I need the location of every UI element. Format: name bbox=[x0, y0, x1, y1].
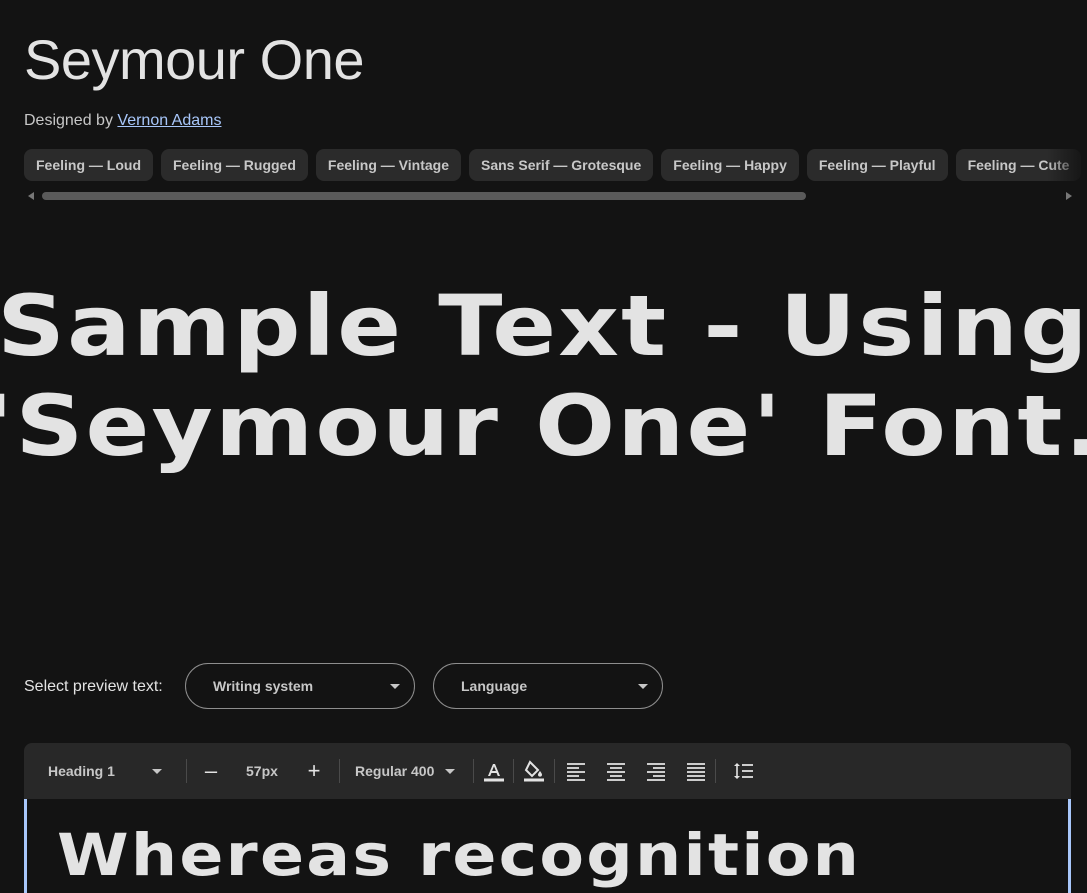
decrease-size-button[interactable]: – bbox=[199, 743, 223, 799]
tag-chip[interactable]: Feeling — Rugged bbox=[161, 149, 308, 181]
line-height-icon[interactable] bbox=[732, 759, 756, 783]
sample-text-preview: Sample Text - Using 'Seymour One' Font. bbox=[0, 277, 1087, 475]
tag-chip[interactable]: Feeling — Vintage bbox=[315, 149, 461, 181]
preview-editor[interactable]: Whereas recognition bbox=[24, 799, 1071, 893]
chevron-down-icon bbox=[390, 684, 400, 689]
chevron-down-icon bbox=[445, 769, 455, 774]
tags-scrollbar[interactable] bbox=[24, 190, 1072, 202]
align-right-icon[interactable] bbox=[644, 759, 668, 783]
style-value: Heading 1 bbox=[48, 763, 115, 779]
designed-by-label: Designed by bbox=[24, 112, 113, 129]
align-left-icon[interactable] bbox=[564, 759, 588, 783]
highlight-color-icon[interactable] bbox=[522, 759, 546, 783]
tag-chip[interactable]: Sans Serif — Grotesque bbox=[469, 149, 654, 181]
weight-value: Regular 400 bbox=[355, 763, 435, 779]
designer-link[interactable]: Vernon Adams bbox=[117, 112, 221, 129]
writing-system-value: Writing system bbox=[213, 678, 314, 694]
style-select[interactable]: Heading 1 bbox=[48, 743, 188, 799]
weight-select[interactable]: Regular 400 bbox=[355, 743, 465, 799]
toolbar-divider bbox=[473, 759, 474, 783]
writing-system-select[interactable]: Writing system bbox=[185, 663, 415, 709]
scroll-right-icon[interactable] bbox=[1066, 192, 1072, 200]
tag-chip[interactable]: Feeling — Playful bbox=[806, 149, 948, 181]
scroll-left-icon[interactable] bbox=[28, 192, 34, 200]
tag-chip[interactable]: Feeling — Happy bbox=[661, 149, 799, 181]
chevron-down-icon bbox=[152, 769, 162, 774]
designer-line: Designed by Vernon Adams bbox=[24, 110, 221, 132]
font-size-value[interactable]: 57px bbox=[246, 743, 278, 799]
chevron-down-icon bbox=[638, 684, 648, 689]
toolbar-divider bbox=[513, 759, 514, 783]
language-value: Language bbox=[461, 678, 528, 694]
toolbar-divider bbox=[715, 759, 716, 783]
preview-text-label: Select preview text: bbox=[24, 678, 163, 695]
text-color-icon[interactable] bbox=[482, 759, 506, 783]
toolbar-divider bbox=[186, 759, 187, 783]
toolbar-divider bbox=[339, 759, 340, 783]
language-select[interactable]: Language bbox=[433, 663, 663, 709]
tag-chip[interactable]: Feeling — Loud bbox=[24, 149, 153, 181]
scroll-thumb[interactable] bbox=[42, 192, 806, 200]
align-justify-icon[interactable] bbox=[684, 759, 708, 783]
tag-list: Feeling — Loud Feeling — Rugged Feeling … bbox=[24, 149, 1087, 181]
editor-toolbar: Heading 1 – 57px + Regular 400 bbox=[24, 743, 1071, 799]
toolbar-divider bbox=[554, 759, 555, 783]
font-title: Seymour One bbox=[24, 28, 365, 91]
increase-size-button[interactable]: + bbox=[302, 743, 326, 799]
editor-text[interactable]: Whereas recognition bbox=[57, 819, 861, 891]
align-center-icon[interactable] bbox=[604, 759, 628, 783]
font-page: Seymour One Designed by Vernon Adams Fee… bbox=[0, 0, 1087, 893]
tags-fade bbox=[1047, 149, 1087, 181]
